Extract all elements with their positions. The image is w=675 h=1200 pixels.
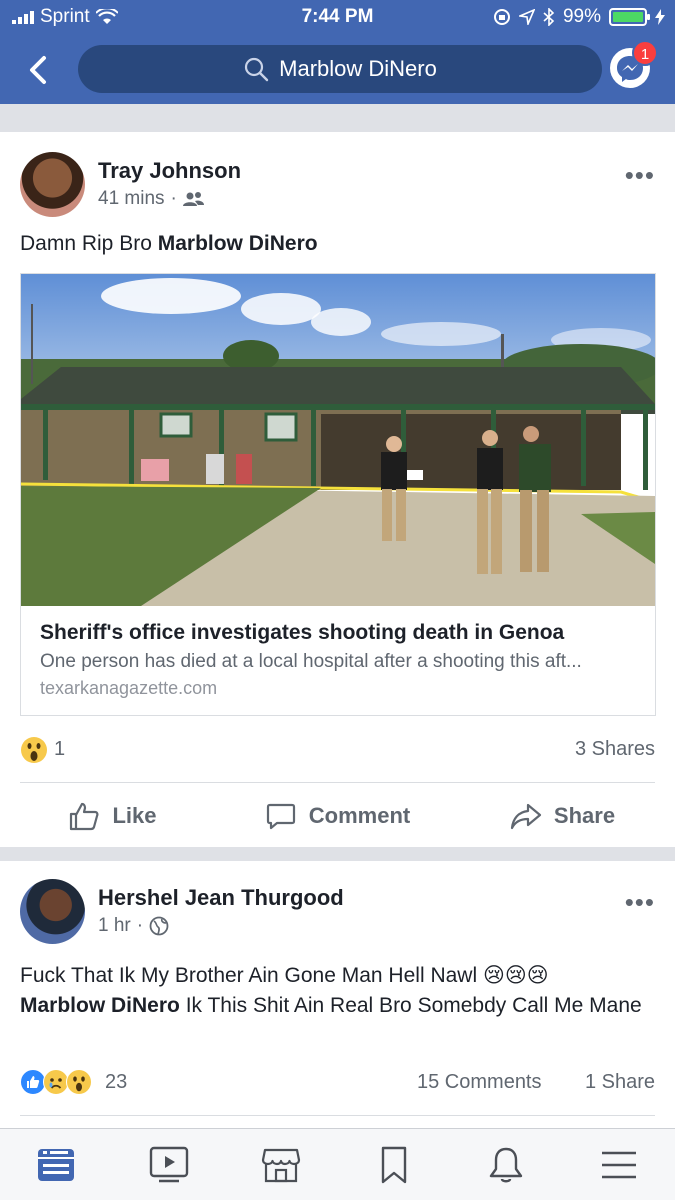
saved-icon	[381, 1146, 406, 1183]
search-text: Marblow DiNero	[279, 56, 437, 81]
back-button[interactable]	[26, 50, 56, 90]
location-icon	[518, 9, 535, 25]
avatar[interactable]	[20, 879, 85, 944]
friends-icon	[182, 192, 204, 206]
tagged-person[interactable]: Marblow DiNero	[20, 994, 180, 1017]
thumbs-up-icon	[70, 802, 99, 831]
wow-reaction-icon	[20, 736, 48, 770]
menu-icon	[601, 1151, 636, 1178]
meta-separator: ·	[136, 915, 144, 936]
link-title: Sheriff's office investigates shooting d…	[40, 621, 565, 644]
post-text: Fuck That Ik My Brother Ain Gone Man Hel…	[20, 961, 650, 1021]
reaction-count: 23	[105, 1071, 128, 1093]
post-meta: 41 mins ·	[98, 188, 205, 210]
battery-icon	[609, 8, 650, 26]
post-options-button[interactable]: •••	[625, 160, 655, 191]
top-bar: Sprint 7:44 PM 99% Marblow DiNero 1	[0, 0, 675, 104]
search-field[interactable]: Marblow DiNero	[78, 45, 602, 93]
post-text-line: Fuck That Ik My Brother Ain Gone Man Hel…	[20, 964, 549, 987]
avatar[interactable]	[20, 152, 85, 217]
share-count[interactable]: 1 Share	[585, 1071, 655, 1094]
battery-percent: 99%	[562, 6, 601, 27]
bluetooth-icon	[543, 8, 555, 26]
news-feed-icon	[38, 1148, 75, 1181]
post-author[interactable]: Hershel Jean Thurgood	[98, 885, 344, 911]
tab-bar	[0, 1128, 675, 1200]
post-text: Damn Rip Bro Marblow DiNero	[20, 229, 650, 259]
feed-post: Hershel Jean Thurgood 1 hr · ••• Fuck Th…	[0, 861, 675, 1128]
share-icon	[510, 803, 542, 830]
share-label: Share	[553, 803, 616, 828]
comment-button[interactable]: Comment	[225, 792, 450, 840]
like-label: Like	[112, 803, 157, 828]
tab-menu[interactable]	[594, 1140, 644, 1190]
divider	[20, 1115, 655, 1116]
marketplace-icon	[262, 1148, 301, 1182]
comment-label: Comment	[308, 803, 411, 828]
chevron-left-icon	[30, 56, 46, 84]
link-image	[21, 274, 655, 606]
charging-icon	[655, 9, 665, 25]
divider	[20, 782, 655, 783]
status-right: 99%	[493, 6, 665, 28]
search-icon	[245, 57, 269, 82]
feed-post: Tray Johnson 41 mins · ••• Damn Rip Bro …	[0, 132, 675, 847]
tab-watch[interactable]	[144, 1140, 194, 1190]
comment-count[interactable]: 15 Comments	[417, 1071, 542, 1094]
share-button[interactable]: Share	[450, 792, 675, 840]
globe-icon	[149, 916, 169, 936]
comment-icon	[266, 803, 295, 830]
post-text-rest-wrapper: Marblow DiNero Ik This Shit Ain Real Bro…	[20, 991, 650, 1021]
crime-scene-photo	[21, 274, 655, 606]
reactions-bar[interactable]: 23 15 Comments 1 Share	[20, 1067, 655, 1103]
reaction-count: 1	[54, 738, 66, 760]
rotation-lock-icon	[493, 9, 510, 25]
post-time[interactable]: 1 hr	[98, 915, 131, 937]
like-button[interactable]: Like	[0, 792, 225, 840]
reaction-icons	[20, 1069, 92, 1095]
post-options-button[interactable]: •••	[625, 887, 655, 918]
watch-icon	[149, 1146, 188, 1182]
action-bar: Like Comment Share	[0, 792, 675, 840]
nav-bar: Marblow DiNero 1	[0, 40, 675, 100]
link-description: One person has died at a local hospital …	[40, 651, 582, 672]
post-meta: 1 hr ·	[98, 915, 169, 937]
notifications-icon	[490, 1147, 523, 1182]
link-domain: texarkanagazette.com	[40, 678, 218, 698]
share-count[interactable]: 3 Shares	[575, 738, 655, 761]
tab-news-feed[interactable]	[31, 1140, 81, 1190]
post-text-rest: Ik This Shit Ain Real Bro Somebdy Call M…	[179, 994, 642, 1017]
link-preview[interactable]: Sheriff's office investigates shooting d…	[20, 273, 656, 716]
tagged-person[interactable]: Marblow DiNero	[158, 232, 318, 255]
wow-reaction-icon	[66, 1069, 92, 1095]
status-bar: Sprint 7:44 PM 99%	[0, 0, 675, 34]
post-time[interactable]: 41 mins	[98, 188, 165, 210]
tab-saved[interactable]	[369, 1140, 419, 1190]
post-author[interactable]: Tray Johnson	[98, 158, 241, 184]
tab-notifications[interactable]	[481, 1140, 531, 1190]
reactions-bar[interactable]: 1 3 Shares	[20, 734, 655, 770]
messenger-badge: 1	[632, 40, 658, 66]
tab-marketplace[interactable]	[256, 1140, 306, 1190]
post-text-prefix: Damn Rip Bro	[20, 232, 158, 255]
meta-separator: ·	[170, 188, 177, 209]
